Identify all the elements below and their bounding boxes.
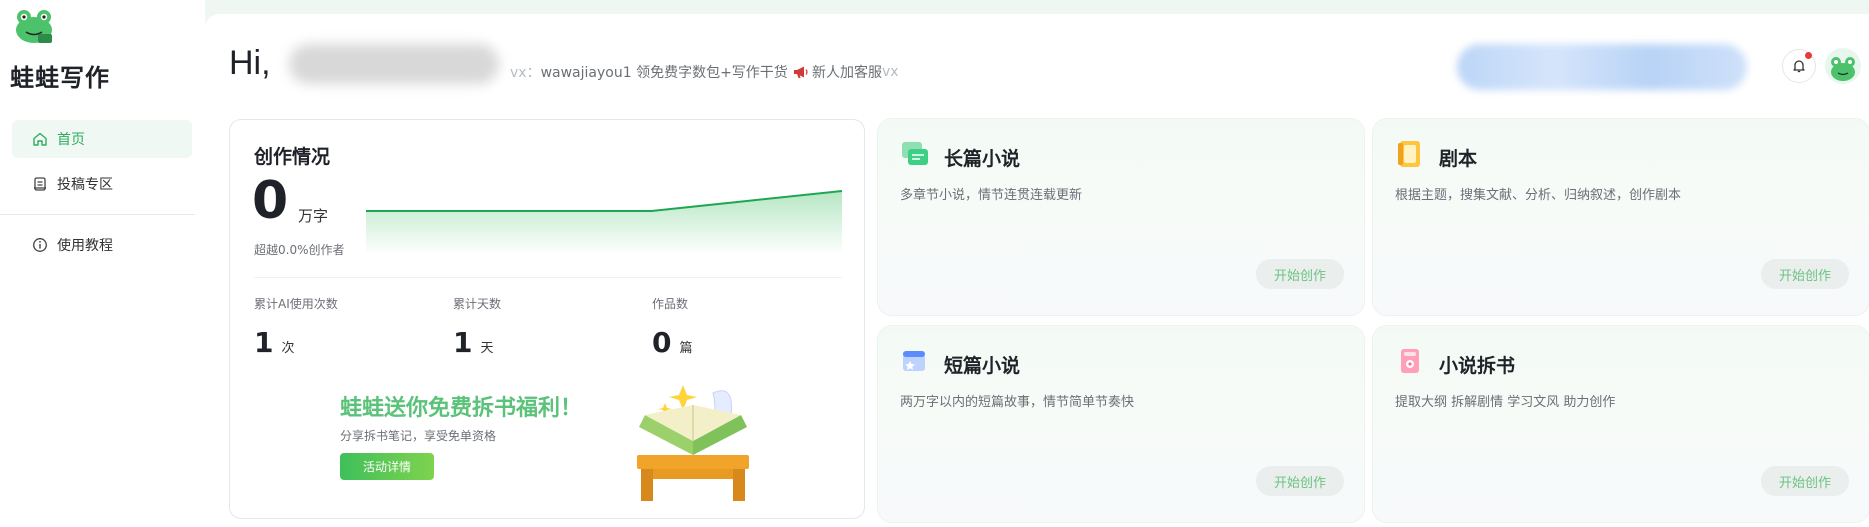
sidebar: 蛙蛙写作 首页 投稿专区 使用教程 xyxy=(0,0,205,527)
sidebar-item-home[interactable]: 首页 xyxy=(12,120,192,158)
metric-value: 1 xyxy=(254,326,274,359)
sidebar-item-submission[interactable]: 投稿专区 xyxy=(12,165,192,203)
beat-percentage-text: 超越0.0%创作者 xyxy=(254,243,345,257)
main-panel: Hi, vx：wawajiayou1 领免费字数包+写作干货 新人加客服 vx 创… xyxy=(205,14,1869,527)
promo-wechat-text: vx：wawajiayou1 领免费字数包+写作干货 xyxy=(510,62,788,82)
activity-details-button[interactable]: 活动详情 xyxy=(340,453,434,480)
feature-card-short-story[interactable]: 短篇小说 两万字以内的短篇故事，情节简单节奏快 开始创作 xyxy=(878,326,1364,522)
stats-title: 创作情况 xyxy=(254,146,331,168)
feature-desc: 多章节小说，情节连贯连载更新 xyxy=(900,188,1083,203)
novel-icon xyxy=(900,139,930,169)
promo-content: wawajiayou1 领免费字数包+写作干货 xyxy=(540,65,788,81)
newcomer-notice[interactable]: 新人加客服 vx xyxy=(793,62,899,82)
open-book-illustration-icon xyxy=(637,385,749,501)
metric-ai-usage: 累计AI使用次数 1次 xyxy=(254,295,338,359)
sidebar-item-label: 使用教程 xyxy=(57,238,113,254)
metric-label: 作品数 xyxy=(652,297,689,311)
start-creating-button[interactable]: 开始创作 xyxy=(1761,466,1849,496)
trend-area xyxy=(366,191,842,255)
feature-desc: 根据主题，搜集文献、分析、归纳叙述，创作剧本 xyxy=(1395,188,1682,203)
feature-card-script[interactable]: 剧本 根据主题，搜集文献、分析、归纳叙述，创作剧本 开始创作 xyxy=(1373,119,1869,315)
metric-works: 作品数 0篇 xyxy=(652,295,693,359)
metric-days: 累计天数 1天 xyxy=(453,295,501,359)
sidebar-item-tutorial[interactable]: 使用教程 xyxy=(12,226,192,264)
creation-stats-card: 创作情况 0 万字 超越0.0%创作者 累计AI使用次数 1次 累计天数 1天 … xyxy=(229,119,865,519)
notice-suffix: vx xyxy=(882,64,899,80)
megaphone-icon xyxy=(793,65,809,79)
info-icon xyxy=(32,237,48,253)
brand-name: 蛙蛙写作 xyxy=(10,64,110,92)
book-split-icon xyxy=(1395,346,1425,376)
total-words-unit: 万字 xyxy=(298,207,329,225)
metric-unit: 次 xyxy=(281,341,295,356)
notice-text: 新人加客服 xyxy=(812,65,882,81)
metric-value: 1 xyxy=(453,326,473,359)
frog-logo-icon xyxy=(16,10,52,43)
start-creating-button[interactable]: 开始创作 xyxy=(1761,259,1849,289)
short-story-icon xyxy=(900,346,930,376)
feature-title: 小说拆书 xyxy=(1439,355,1516,377)
start-creating-button[interactable]: 开始创作 xyxy=(1256,466,1344,496)
feature-title: 短篇小说 xyxy=(944,355,1021,377)
feature-card-book-split[interactable]: 小说拆书 提取大纲 拆解剧情 学习文风 助力创作 开始创作 xyxy=(1373,326,1869,522)
frog-avatar-icon xyxy=(1825,48,1861,84)
metric-unit: 天 xyxy=(480,341,494,356)
notification-button[interactable] xyxy=(1782,49,1816,83)
metric-unit: 篇 xyxy=(679,341,693,356)
total-words-value: 0 xyxy=(252,171,289,231)
header-redacted-banner[interactable] xyxy=(1457,44,1747,90)
frog-logo[interactable] xyxy=(12,6,56,46)
sidebar-item-label: 首页 xyxy=(57,132,85,148)
sidebar-item-label: 投稿专区 xyxy=(57,177,113,193)
feature-card-long-novel[interactable]: 长篇小说 多章节小说，情节连贯连载更新 开始创作 xyxy=(878,119,1364,315)
feature-title: 剧本 xyxy=(1439,148,1478,170)
word-trend-chart xyxy=(366,190,842,255)
promo-banner-subtitle: 分享拆书笔记，享受免单资格 xyxy=(340,429,497,443)
promo-prefix: vx： xyxy=(510,65,541,81)
stats-divider xyxy=(254,277,842,278)
submission-icon xyxy=(32,176,48,192)
metric-label: 累计天数 xyxy=(453,297,502,311)
notification-dot xyxy=(1805,52,1812,59)
bell-icon xyxy=(1793,60,1805,73)
feature-desc: 两万字以内的短篇故事，情节简单节奏快 xyxy=(900,395,1135,410)
feature-desc: 提取大纲 拆解剧情 学习文风 助力创作 xyxy=(1395,395,1616,410)
metric-label: 累计AI使用次数 xyxy=(254,297,338,311)
metric-value: 0 xyxy=(652,326,672,359)
promo-banner-title: 蛙蛙送你免费拆书福利！ xyxy=(340,396,583,421)
start-creating-button[interactable]: 开始创作 xyxy=(1256,259,1344,289)
avatar[interactable] xyxy=(1825,48,1861,84)
feature-title: 长篇小说 xyxy=(944,148,1021,170)
sidebar-divider xyxy=(0,214,195,215)
home-icon xyxy=(32,131,48,147)
script-icon xyxy=(1395,139,1425,169)
username-redacted xyxy=(289,44,499,84)
greeting: Hi, xyxy=(229,44,271,82)
